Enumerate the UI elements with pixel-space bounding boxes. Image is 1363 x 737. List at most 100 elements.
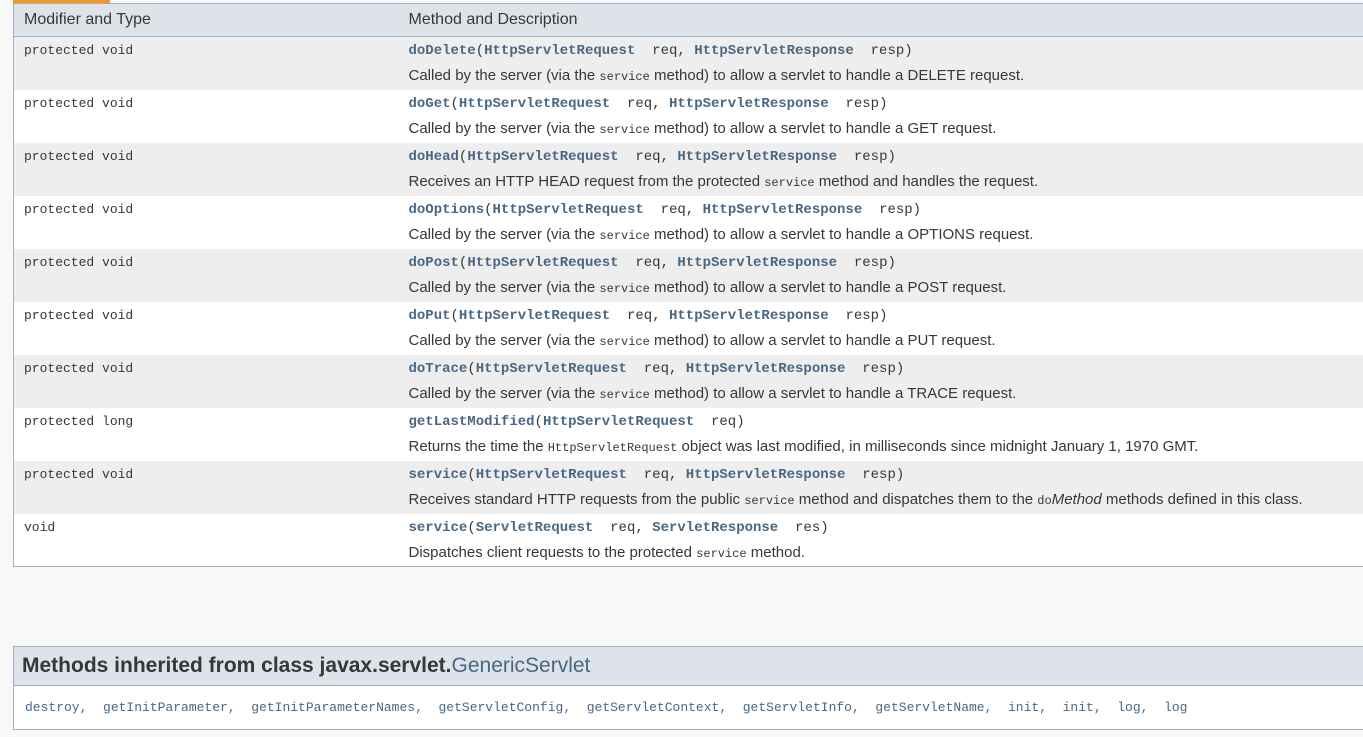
code: HttpServletRequest <box>547 440 678 455</box>
desc-text: Called by the server (via the <box>408 119 600 137</box>
type-link[interactable]: HttpServletResponse <box>677 255 837 271</box>
modifier-cell: protected void <box>13 195 399 249</box>
inherited-heading: Methods inherited from class javax.servl… <box>14 647 1363 686</box>
type-link[interactable]: HttpServletRequest <box>467 255 618 271</box>
emphasis: Method <box>1051 490 1102 508</box>
method-cell: doOptions(HttpServletRequest req, HttpSe… <box>398 195 1363 249</box>
param-name: req <box>710 413 737 430</box>
inherited-method-link[interactable]: getInitParameterNames <box>251 700 415 715</box>
method-signature: doPut(HttpServletRequest req, HttpServle… <box>408 307 888 324</box>
method-signature: doTrace(HttpServletRequest req, HttpServ… <box>408 360 905 377</box>
param-name: req <box>652 43 678 59</box>
method-link[interactable]: service <box>409 467 468 483</box>
inherited-methods-list: destroy, getInitParameter, getInitParame… <box>25 700 1188 715</box>
method-link[interactable]: service <box>409 520 468 536</box>
code: service <box>599 122 650 137</box>
table-row: protected void doDelete(HttpServletReque… <box>13 36 1363 90</box>
inherited-method-link[interactable]: init <box>1063 700 1094 715</box>
desc-text: method. <box>746 543 805 561</box>
modifier-cell: protected void <box>13 460 399 514</box>
type-link[interactable]: HttpServletResponse <box>669 308 829 324</box>
type-link[interactable]: HttpServletResponse <box>694 43 854 59</box>
table-row: protected long getLastModified(HttpServl… <box>13 407 1363 461</box>
type-link[interactable]: HttpServletRequest <box>459 308 610 324</box>
code: service <box>764 175 815 190</box>
inherited-method-link[interactable]: getServletContext <box>587 700 720 715</box>
param-name: resp <box>870 43 905 59</box>
method-signature: service(ServletRequest req, ServletRespo… <box>408 519 829 536</box>
desc-text: Dispatches client requests to the protec… <box>408 543 697 561</box>
table-row: protected void doGet(HttpServletRequest … <box>13 89 1363 143</box>
desc-text: Called by the server (via the <box>408 278 600 296</box>
method-signature: doOptions(HttpServletRequest req, HttpSe… <box>408 201 922 218</box>
type-link[interactable]: HttpServletRequest <box>484 43 635 59</box>
inherited-method-link[interactable]: getServletConfig <box>438 700 563 715</box>
type-link[interactable]: HttpServletResponse <box>669 96 829 112</box>
desc-text: method) to allow a servlet to handle a O… <box>649 225 1034 243</box>
method-link[interactable]: doPost <box>409 255 459 271</box>
code: service <box>744 493 795 508</box>
desc-text: Called by the server (via the <box>408 225 600 243</box>
method-cell: doPut(HttpServletRequest req, HttpServle… <box>398 301 1363 355</box>
inherited-method-link[interactable]: getInitParameter <box>103 700 228 715</box>
method-link[interactable]: doOptions <box>409 202 485 218</box>
method-signature: getLastModified(HttpServletRequest req) <box>408 413 745 430</box>
table-row: protected void service(HttpServletReques… <box>13 460 1363 514</box>
table-row: protected void doPost(HttpServletRequest… <box>13 248 1363 302</box>
method-link[interactable]: getLastModified <box>409 414 535 430</box>
modifier-cell: protected void <box>13 248 399 302</box>
inherited-method-link[interactable]: getServletName <box>875 700 984 715</box>
param-name: req <box>635 148 661 165</box>
modifier-cell: protected long <box>13 407 399 461</box>
table-row: protected void doHead(HttpServletRequest… <box>13 142 1363 196</box>
method-link[interactable]: doPut <box>409 308 451 324</box>
type-link[interactable]: HttpServletRequest <box>467 149 618 165</box>
method-cell: service(HttpServletRequest req, HttpServ… <box>398 460 1363 514</box>
type-link[interactable]: HttpServletResponse <box>686 467 846 483</box>
code: do <box>1037 493 1052 508</box>
method-description: Called by the server (via the service me… <box>409 385 1363 402</box>
modifier-cell: protected void <box>13 301 399 355</box>
param-name: resp <box>879 201 913 218</box>
type-link[interactable]: HttpServletRequest <box>543 414 694 430</box>
class-link[interactable]: GenericServlet <box>452 654 591 677</box>
inherited-method-link[interactable]: init <box>1008 700 1039 715</box>
method-signature: doDelete(HttpServletRequest req, HttpSer… <box>408 43 913 59</box>
type-link[interactable]: ServletResponse <box>652 520 778 536</box>
method-description: Called by the server (via the service me… <box>409 67 1363 84</box>
param-name: req <box>626 95 653 112</box>
code: service <box>599 281 650 296</box>
method-link[interactable]: doGet <box>409 96 451 112</box>
desc-text: Receives an HTTP HEAD request from the p… <box>408 172 765 190</box>
method-description: Called by the server (via the service me… <box>409 332 1363 349</box>
method-cell: getLastModified(HttpServletRequest req) R… <box>398 407 1363 461</box>
modifier-cell: protected void <box>13 354 399 408</box>
desc-text: Receives standard HTTP requests from the… <box>408 490 745 508</box>
desc-text: Returns the time the <box>408 437 548 455</box>
table-row: void service(ServletRequest req, Servlet… <box>13 513 1363 567</box>
desc-text: method) to allow a servlet to handle a P… <box>649 331 996 349</box>
type-link[interactable]: HttpServletRequest <box>493 202 644 218</box>
type-link[interactable]: ServletRequest <box>476 520 594 536</box>
method-link[interactable]: doDelete <box>409 43 476 59</box>
method-signature: service(HttpServletRequest req, HttpServ… <box>408 466 905 483</box>
method-signature: doHead(HttpServletRequest req, HttpServl… <box>408 148 896 165</box>
type-link[interactable]: HttpServletRequest <box>476 361 627 377</box>
inherited-method-link[interactable]: log <box>1117 700 1140 715</box>
inherited-method-link[interactable]: getServletInfo <box>743 700 852 715</box>
param-name: req <box>643 360 669 377</box>
type-link[interactable]: HttpServletResponse <box>677 149 837 165</box>
type-link[interactable]: HttpServletRequest <box>459 96 610 112</box>
inherited-method-link[interactable]: log <box>1164 700 1187 715</box>
method-cell: service(ServletRequest req, ServletRespo… <box>398 513 1363 567</box>
inherited-method-link[interactable]: destroy <box>25 700 80 715</box>
type-link[interactable]: HttpServletResponse <box>703 202 863 218</box>
type-link[interactable]: HttpServletResponse <box>686 361 846 377</box>
method-link[interactable]: doHead <box>409 149 459 165</box>
method-signature: doPost(HttpServletRequest req, HttpServl… <box>408 254 896 271</box>
method-cell: doPost(HttpServletRequest req, HttpServl… <box>398 248 1363 302</box>
desc-text: method) to allow a servlet to handle a D… <box>649 67 1025 84</box>
method-link[interactable]: doTrace <box>409 361 468 377</box>
code: service <box>599 387 650 402</box>
type-link[interactable]: HttpServletRequest <box>476 467 627 483</box>
